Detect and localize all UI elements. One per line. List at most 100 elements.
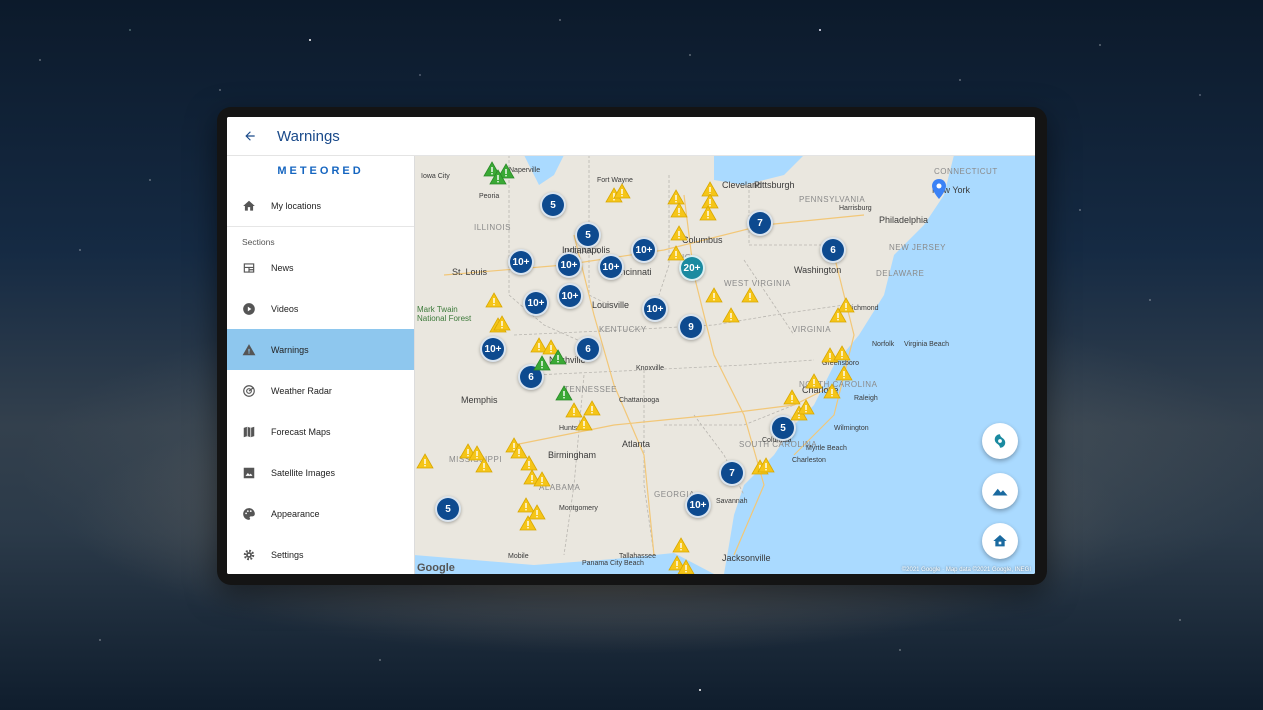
drawer-item-my-locations[interactable]: My locations <box>227 185 414 226</box>
yellow-warning-icon[interactable] <box>722 307 740 323</box>
yellow-warning-icon[interactable] <box>475 457 493 473</box>
home-icon <box>242 199 256 213</box>
warning-cluster[interactable]: 10+ <box>642 296 668 322</box>
yellow-warning-icon[interactable] <box>533 471 551 487</box>
back-button[interactable] <box>241 127 259 145</box>
hurricane-icon <box>994 434 1006 448</box>
yellow-warning-icon[interactable] <box>575 415 593 431</box>
warning-cluster[interactable]: 10+ <box>523 290 549 316</box>
yellow-warning-icon[interactable] <box>670 225 688 241</box>
warning-cluster[interactable]: 7 <box>747 210 773 236</box>
home-location-button[interactable] <box>982 523 1018 559</box>
yellow-warning-icon[interactable] <box>677 559 695 574</box>
drawer-item-forecast-maps[interactable]: Forecast Maps <box>227 411 414 452</box>
drawer-item-appearance[interactable]: Appearance <box>227 493 414 534</box>
drawer-item-news[interactable]: News <box>227 247 414 288</box>
warning-cluster[interactable]: 5 <box>435 496 461 522</box>
city-label: Jacksonville <box>722 553 771 563</box>
warning-cluster[interactable]: 6 <box>820 237 846 263</box>
navigation-drawer: METEORED My locations Sections News Vide… <box>227 155 415 574</box>
gear-icon <box>242 548 256 562</box>
warning-cluster[interactable]: 10+ <box>631 237 657 263</box>
drawer-item-settings[interactable]: Settings <box>227 534 414 574</box>
drawer-item-satellite-images[interactable]: Satellite Images <box>227 452 414 493</box>
map-canvas <box>414 155 1035 574</box>
city-label: Wilmington <box>834 425 869 432</box>
yellow-warning-icon[interactable] <box>519 515 537 531</box>
city-label: Memphis <box>461 395 498 405</box>
yellow-warning-icon[interactable] <box>823 383 841 399</box>
city-label: Mark Twain National Forest <box>417 305 472 323</box>
city-label: Pittsburgh <box>754 180 795 190</box>
page-title: Warnings <box>277 127 340 145</box>
yellow-warning-icon[interactable] <box>705 287 723 303</box>
yellow-warning-icon[interactable] <box>805 373 823 389</box>
drawer-item-label: My locations <box>271 200 322 211</box>
app-screen: Warnings METEORED My locations Sections … <box>227 117 1035 574</box>
layers-button[interactable] <box>982 473 1018 509</box>
drawer-item-videos[interactable]: Videos <box>227 288 414 329</box>
state-label: VIRGINIA <box>792 325 832 334</box>
drawer-item-label: Weather Radar <box>271 385 332 396</box>
city-label: Knoxville <box>636 365 665 372</box>
warning-icon <box>242 343 256 357</box>
warning-cluster[interactable]: 10+ <box>598 254 624 280</box>
warning-cluster[interactable]: 10+ <box>508 249 534 275</box>
warning-cluster[interactable]: 7 <box>719 460 745 486</box>
meteored-logo: METEORED <box>277 165 364 177</box>
warning-cluster[interactable]: 10+ <box>556 252 582 278</box>
yellow-warning-icon[interactable] <box>699 205 717 221</box>
city-label: Washington <box>794 265 842 275</box>
yellow-warning-icon[interactable] <box>741 287 759 303</box>
yellow-warning-icon[interactable] <box>829 307 847 323</box>
yellow-warning-icon[interactable] <box>485 292 503 308</box>
drawer-item-label: Forecast Maps <box>271 426 331 437</box>
drawer-item-weather-radar[interactable]: Weather Radar <box>227 370 414 411</box>
palette-icon <box>242 507 256 521</box>
radar-icon <box>242 384 256 398</box>
city-label: Mobile <box>508 553 529 560</box>
yellow-warning-icon[interactable] <box>667 245 685 261</box>
drawer-item-label: Videos <box>271 303 299 314</box>
sections-heading: Sections <box>242 237 275 247</box>
warning-cluster[interactable]: 9 <box>678 314 704 340</box>
city-label: Harrisburg <box>839 205 872 212</box>
yellow-warning-icon[interactable] <box>583 400 601 416</box>
city-label: Peoria <box>479 193 500 200</box>
city-label: Myrtle Beach <box>806 445 847 452</box>
yellow-warning-icon[interactable] <box>672 537 690 553</box>
yellow-warning-icon[interactable] <box>670 202 688 218</box>
warnings-map[interactable]: ILLINOISINDIANAOHIOPENNSYLVANIANEW JERSE… <box>414 155 1035 574</box>
warning-cluster[interactable]: 10+ <box>480 336 506 362</box>
drawer-item-label: Appearance <box>271 508 320 519</box>
warning-cluster[interactable]: 5 <box>540 192 566 218</box>
city-label: Montgomery <box>559 505 598 512</box>
state-label: PENNSYLVANIA <box>799 195 866 204</box>
yellow-warning-icon[interactable] <box>797 399 815 415</box>
city-label: Atlanta <box>622 439 651 449</box>
green-warning-icon[interactable] <box>555 385 573 401</box>
yellow-warning-icon[interactable] <box>416 453 434 469</box>
warning-cluster[interactable]: 6 <box>575 336 601 362</box>
location-pin-icon[interactable] <box>932 179 946 199</box>
city-label: Norfolk <box>872 341 895 348</box>
warning-cluster[interactable]: 10+ <box>685 492 711 518</box>
newspaper-icon <box>242 261 256 275</box>
yellow-warning-icon[interactable] <box>835 365 853 381</box>
warning-cluster[interactable]: 10+ <box>557 283 583 309</box>
city-label: Chattanooga <box>619 397 660 404</box>
green-warning-icon[interactable] <box>489 169 507 185</box>
yellow-warning-icon[interactable] <box>757 457 775 473</box>
yellow-warning-icon[interactable] <box>833 345 851 361</box>
state-label: KENTUCKY <box>599 325 647 334</box>
green-warning-icon[interactable] <box>549 349 567 365</box>
drawer-item-warnings[interactable]: Warnings <box>227 329 414 370</box>
city-label: Panama City Beach <box>582 560 644 567</box>
mountain-icon <box>992 488 1008 496</box>
yellow-warning-icon[interactable] <box>493 315 511 331</box>
arrow-left-icon <box>245 131 255 141</box>
yellow-warning-icon[interactable] <box>613 183 631 199</box>
hurricane-button[interactable] <box>982 423 1018 459</box>
warning-cluster[interactable]: 5 <box>575 222 601 248</box>
city-label: Raleigh <box>854 395 878 402</box>
